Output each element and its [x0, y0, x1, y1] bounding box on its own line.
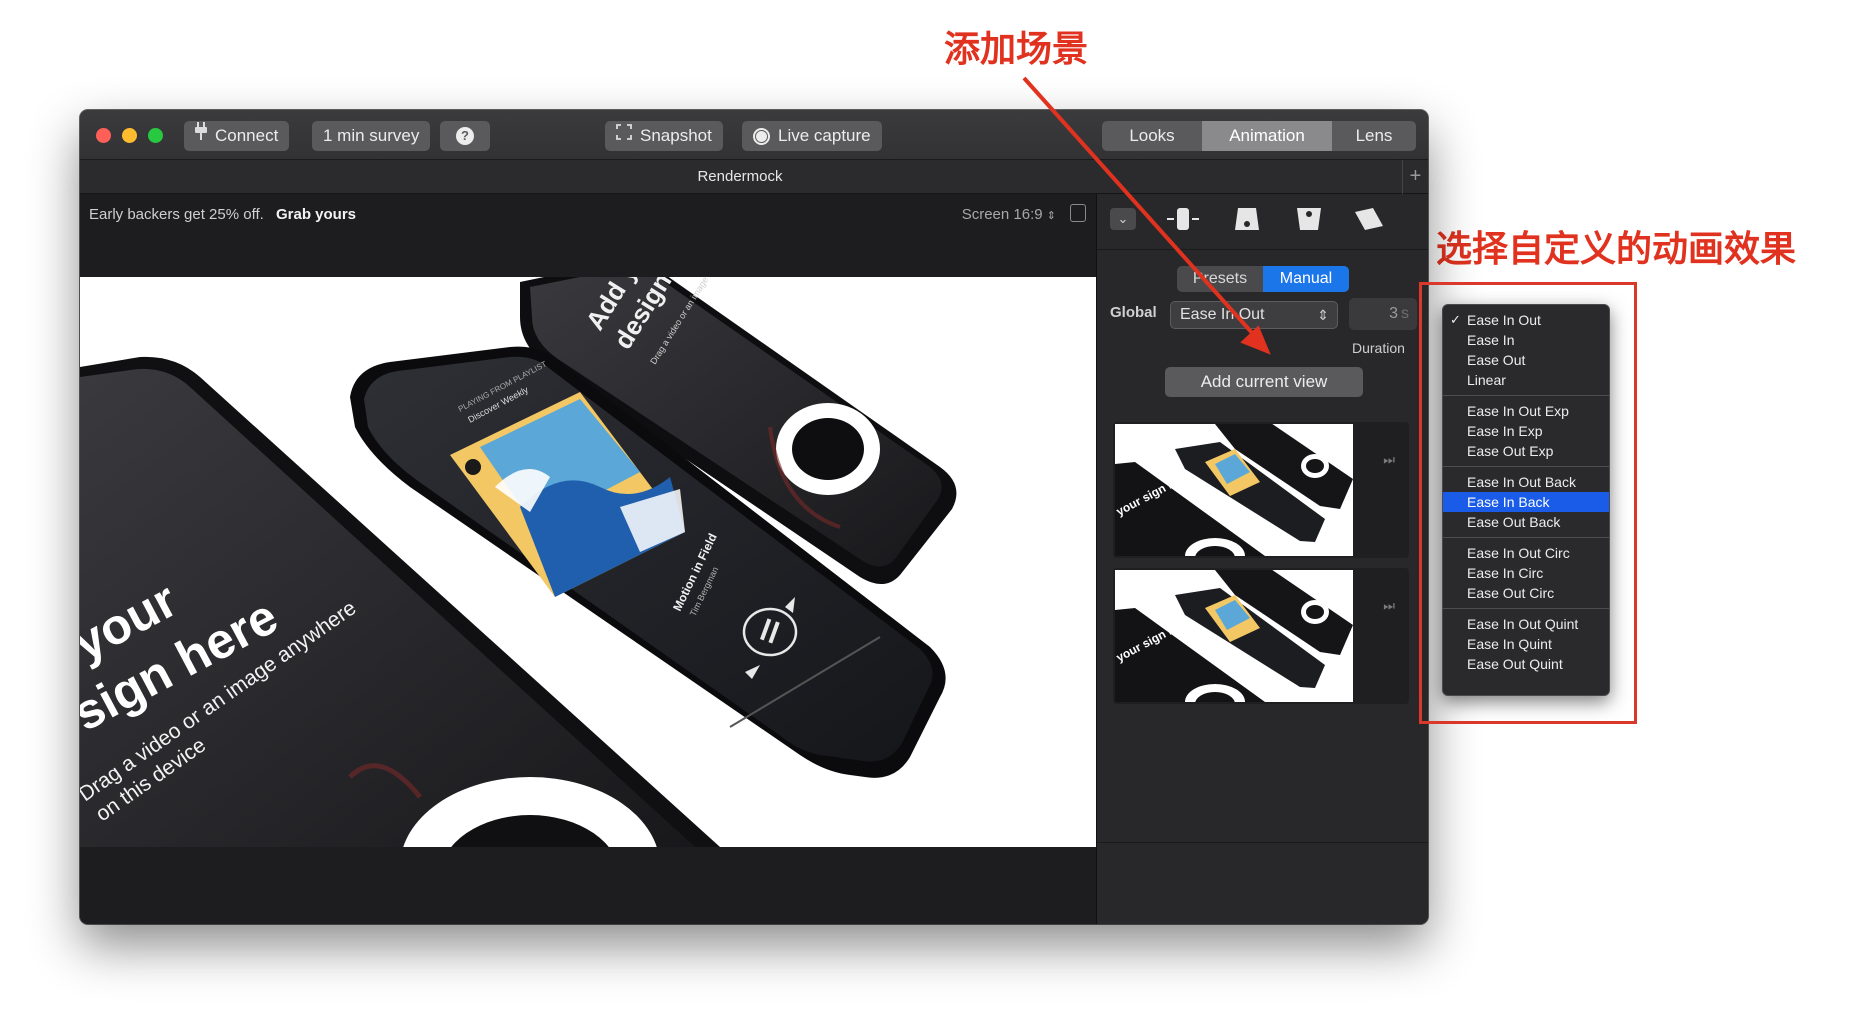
render-stage[interactable]: Add your design here Drag a video or an … — [80, 277, 1096, 847]
scene-thumbnail[interactable]: your sign here ⏭ — [1113, 422, 1409, 558]
chevron-updown-icon: ⇕ — [1317, 307, 1329, 323]
annotation-add-scene: 添加场景 — [944, 29, 1089, 70]
phone-mockup-scene: Add your design here Drag a video or an … — [80, 277, 957, 847]
menu-item-ease-in-quint[interactable]: Ease In Quint — [1443, 634, 1609, 654]
menu-separator — [1443, 466, 1609, 467]
close-window-button[interactable] — [96, 128, 111, 143]
promo-text: Early backers get 25% off. — [89, 206, 264, 223]
plug-icon — [195, 121, 207, 151]
menu-item-ease-out[interactable]: Ease Out — [1443, 350, 1609, 370]
snapshot-label: Snapshot — [640, 126, 712, 145]
title-bar: Connect 1 min survey ? Snapshot Live cap… — [80, 110, 1428, 160]
zoom-window-button[interactable] — [148, 128, 163, 143]
easing-select[interactable]: Ease In Out ⇕ — [1170, 301, 1338, 329]
record-icon — [753, 127, 770, 145]
panel-divider — [1097, 842, 1428, 843]
app-window: Connect 1 min survey ? Snapshot Live cap… — [80, 110, 1428, 924]
scene-thumbnail-image: your sign here — [1115, 570, 1353, 702]
menu-item-ease-in-out-circ[interactable]: Ease In Out Circ — [1443, 543, 1609, 563]
skip-forward-icon[interactable]: ⏭ — [1383, 598, 1395, 614]
menu-item-ease-in-out[interactable]: ✓ Ease In Out — [1443, 310, 1609, 330]
menu-item-ease-in-exp[interactable]: Ease In Exp — [1443, 421, 1609, 441]
minimize-window-button[interactable] — [122, 128, 137, 143]
tab-manual[interactable]: Manual — [1263, 266, 1349, 292]
tab-lens[interactable]: Lens — [1332, 121, 1416, 151]
easing-value: Ease In Out — [1180, 306, 1265, 323]
menu-item-ease-out-back[interactable]: Ease Out Back — [1443, 512, 1609, 532]
connect-button[interactable]: Connect — [184, 121, 290, 151]
menu-item-ease-in-circ[interactable]: Ease In Circ — [1443, 563, 1609, 583]
duration-value: 3 — [1389, 305, 1398, 322]
screen-ratio-selector[interactable]: Screen 16:9 ⇕ — [962, 206, 1056, 223]
checkmark-icon: ✓ — [1450, 312, 1461, 327]
help-button[interactable]: ? — [440, 121, 490, 151]
add-tab-button[interactable]: + — [1402, 160, 1428, 194]
screenshot-canvas: 添加场景 选择自定义的动画效果 Connect 1 min survey ? S… — [0, 0, 1854, 1016]
scene-thumbnail[interactable]: your sign here ⏭ — [1113, 568, 1409, 704]
tab-presets[interactable]: Presets — [1177, 266, 1263, 292]
ratio-value: 16:9 — [1013, 206, 1043, 223]
camera-front-icon[interactable] — [1229, 204, 1265, 234]
snapshot-button[interactable]: Snapshot — [605, 121, 723, 151]
menu-item-ease-in-back[interactable]: Ease In Back — [1443, 492, 1609, 512]
menu-item-ease-in[interactable]: Ease In — [1443, 330, 1609, 350]
survey-label: 1 min survey — [323, 126, 420, 145]
duration-input[interactable]: 3s — [1349, 298, 1417, 330]
duration-unit: s — [1401, 305, 1409, 322]
tab-looks[interactable]: Looks — [1102, 121, 1202, 151]
menu-item-linear[interactable]: Linear — [1443, 370, 1609, 390]
connect-label: Connect — [215, 126, 279, 145]
viewer-area: Early backers get 25% off. Grab yours Sc… — [80, 194, 1096, 924]
rotate-icon[interactable] — [1070, 204, 1086, 222]
skip-forward-icon[interactable]: ⏭ — [1383, 452, 1395, 468]
camera-top-icon[interactable] — [1291, 204, 1327, 234]
menu-item-ease-out-exp[interactable]: Ease Out Exp — [1443, 441, 1609, 461]
menu-item-ease-in-out-quint[interactable]: Ease In Out Quint — [1443, 614, 1609, 634]
add-current-view-button[interactable]: Add current view — [1165, 367, 1363, 397]
tab-animation[interactable]: Animation — [1202, 121, 1332, 151]
scene-thumbnail-image: your sign here — [1115, 424, 1353, 556]
document-title: Rendermock — [697, 168, 783, 185]
preset-mode-toggle: Presets Manual — [1177, 266, 1349, 292]
menu-separator — [1443, 537, 1609, 538]
live-capture-label: Live capture — [778, 126, 871, 145]
global-label: Global — [1110, 304, 1157, 321]
screen-label: Screen — [961, 206, 1010, 223]
question-icon: ? — [456, 127, 474, 145]
promo-link[interactable]: Grab yours — [276, 206, 356, 223]
camera-angle-icon[interactable] — [1351, 204, 1387, 234]
menu-item-ease-in-out-back[interactable]: Ease In Out Back — [1443, 472, 1609, 492]
viewfinder-icon — [616, 121, 632, 151]
live-capture-button[interactable]: Live capture — [742, 121, 882, 151]
menu-separator — [1443, 608, 1609, 609]
menu-item-ease-out-quint[interactable]: Ease Out Quint — [1443, 654, 1609, 674]
annotation-choose-custom: 选择自定义的动画效果 — [1436, 229, 1797, 270]
menu-separator — [1443, 395, 1609, 396]
slide-camera-icon[interactable] — [1165, 204, 1201, 234]
chevron-updown-icon: ⇕ — [1046, 210, 1056, 222]
easing-menu: ✓ Ease In Out Ease In Ease Out Linear Eas… — [1442, 304, 1610, 696]
duration-label: Duration — [1352, 340, 1405, 356]
promo-banner: Early backers get 25% off. Grab yours — [89, 206, 356, 223]
survey-button[interactable]: 1 min survey — [312, 121, 431, 151]
mode-tabs: Looks Animation Lens — [1102, 121, 1416, 151]
device-toolbar: ⌄ — [1097, 194, 1428, 250]
menu-item-ease-out-circ[interactable]: Ease Out Circ — [1443, 583, 1609, 603]
menu-item-ease-in-out-exp[interactable]: Ease In Out Exp — [1443, 401, 1609, 421]
chevron-down-icon[interactable]: ⌄ — [1110, 208, 1136, 230]
animation-panel: ⌄ Presets Manual Global Ease In Out ⇕ 3s… — [1096, 194, 1428, 924]
document-bar: Rendermock + — [80, 160, 1428, 194]
